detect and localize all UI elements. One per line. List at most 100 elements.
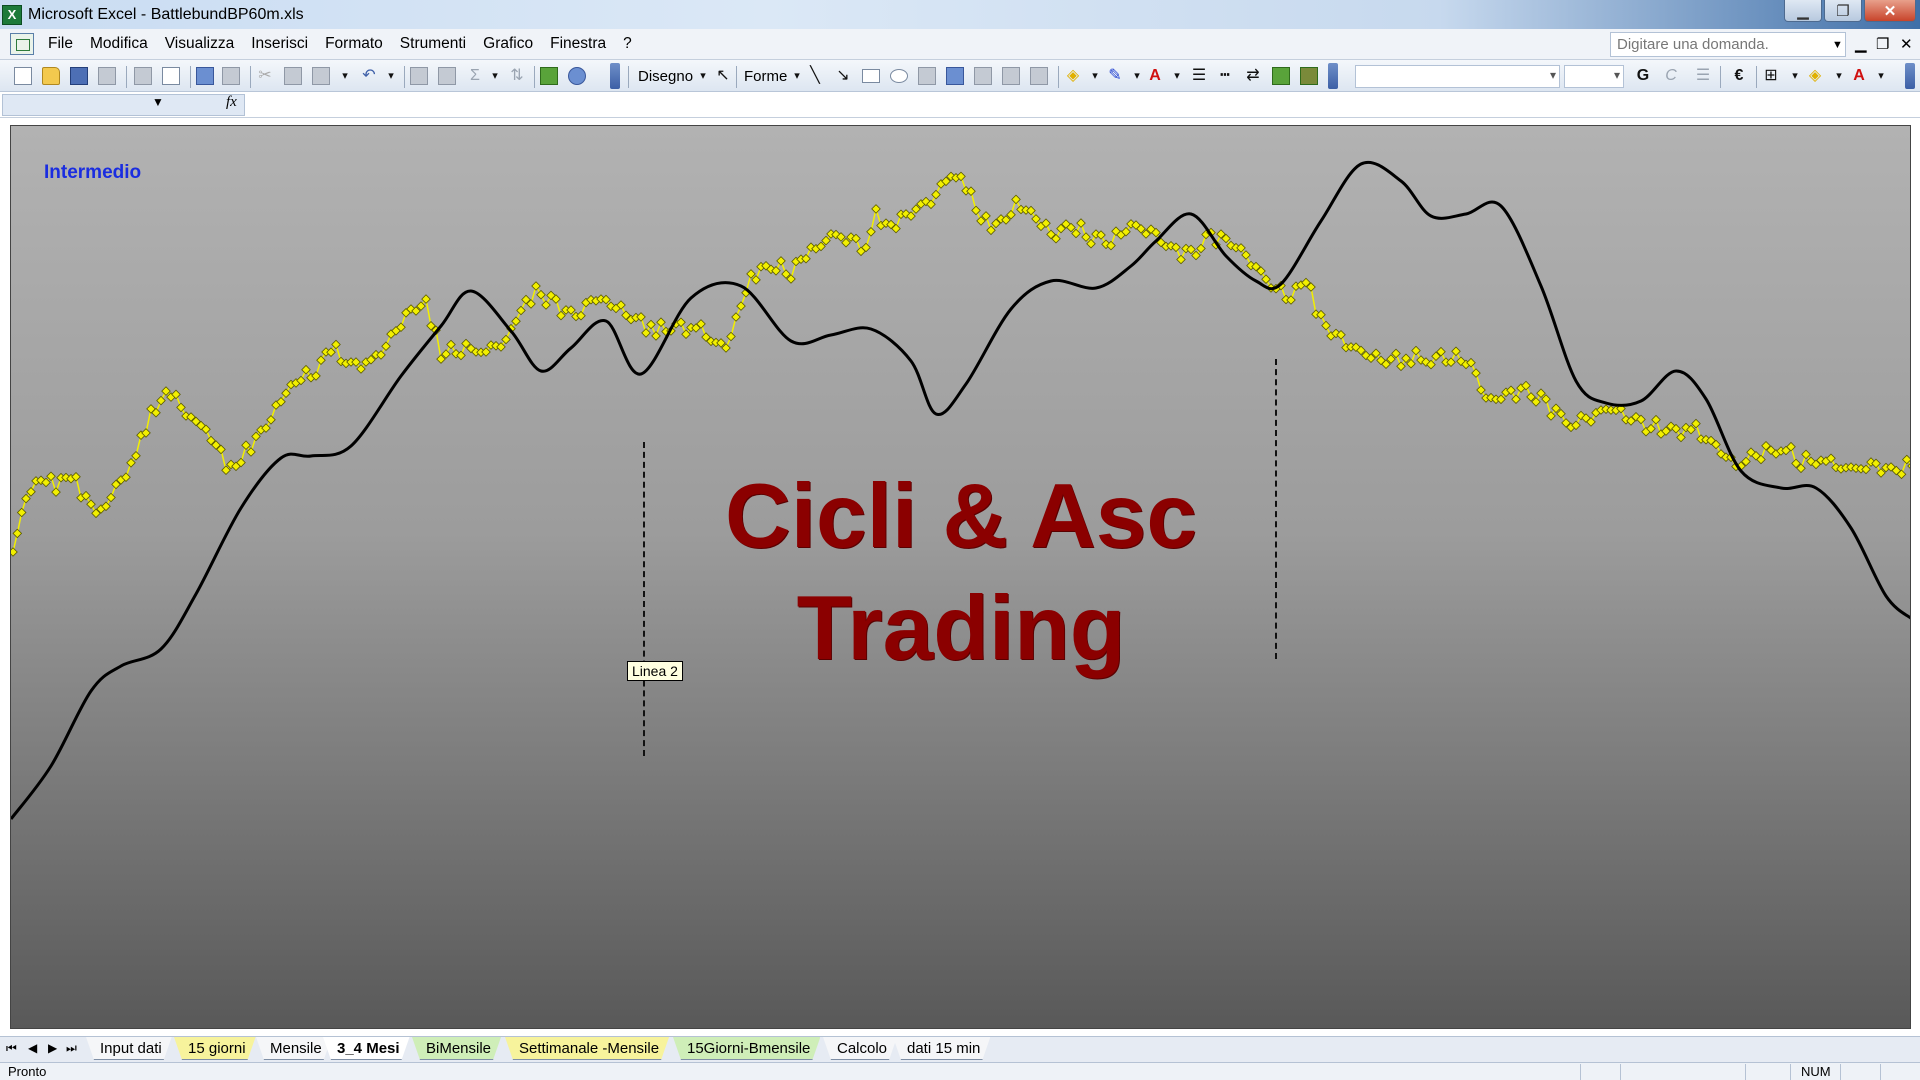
arrow-icon[interactable]: ↘	[834, 67, 852, 85]
price-marker[interactable]	[381, 341, 391, 352]
price-marker[interactable]	[646, 319, 656, 330]
insert-function-icon[interactable]: fx	[226, 94, 237, 111]
toolbar-options-icon[interactable]	[1328, 63, 1338, 89]
price-marker[interactable]	[726, 331, 736, 342]
restore-button[interactable]: ❐	[1824, 0, 1862, 22]
textbox-icon[interactable]	[918, 67, 936, 85]
chart-format-icon[interactable]	[438, 67, 456, 85]
font-size-combo[interactable]	[1564, 65, 1624, 88]
hyperlink-icon[interactable]	[410, 67, 428, 85]
price-marker[interactable]	[1076, 218, 1086, 228]
wordart-icon[interactable]	[946, 67, 964, 85]
price-marker[interactable]	[531, 281, 541, 291]
price-marker[interactable]	[1031, 214, 1041, 224]
price-marker[interactable]	[736, 301, 746, 311]
font-color-dropdown-icon[interactable]: ▾	[1168, 67, 1186, 85]
menu-finestra[interactable]: Finestra	[550, 35, 606, 53]
price-marker[interactable]	[106, 492, 116, 503]
price-marker[interactable]	[866, 226, 876, 237]
sheet-tab-input-dati[interactable]: Input dati	[86, 1037, 172, 1060]
price-marker[interactable]	[1446, 357, 1456, 368]
title-bar[interactable]: X Microsoft Excel - BattlebundBP60m.xls …	[0, 0, 1920, 29]
price-marker[interactable]	[536, 289, 546, 300]
italic-icon[interactable]: C	[1662, 67, 1680, 85]
bold-icon[interactable]: G	[1634, 67, 1652, 85]
vertical-dashed-line-1[interactable]	[643, 442, 645, 756]
sheet-tab-calcolo[interactable]: Calcolo	[823, 1037, 897, 1060]
diagram-icon[interactable]	[974, 67, 992, 85]
draw-menu[interactable]: Disegno	[638, 68, 693, 85]
print-preview-icon[interactable]	[162, 67, 180, 85]
sheet-tab-dati-15-min[interactable]: dati 15 min	[893, 1037, 990, 1060]
dash-style-icon[interactable]: ┅	[1216, 67, 1234, 85]
undo-icon[interactable]: ↶	[360, 67, 378, 85]
fill-color-icon[interactable]: ◈	[1064, 67, 1082, 85]
save-icon[interactable]	[70, 67, 88, 85]
line-color-icon[interactable]: ✎	[1106, 67, 1124, 85]
price-marker[interactable]	[281, 388, 291, 399]
menu-visualizza[interactable]: Visualizza	[165, 35, 235, 53]
menu-strumenti[interactable]: Strumenti	[400, 35, 466, 53]
line-color-dropdown-icon[interactable]: ▾	[1128, 67, 1146, 85]
menu-file[interactable]: File	[48, 35, 73, 53]
line-style-icon[interactable]: ☰	[1190, 67, 1208, 85]
price-marker[interactable]	[871, 204, 881, 214]
cut-icon[interactable]: ✂	[256, 67, 274, 85]
price-marker[interactable]	[641, 328, 651, 338]
clipart-icon[interactable]	[1002, 67, 1020, 85]
name-box-dropdown-icon[interactable]: ▼	[152, 95, 164, 109]
price-marker[interactable]	[511, 316, 521, 327]
price-marker[interactable]	[11, 547, 18, 557]
prev-sheet-icon[interactable]: ◀	[28, 1041, 37, 1055]
autosum-icon[interactable]: Σ	[466, 67, 484, 85]
sheet-tab-3-4-mesi[interactable]: 3_4 Mesi	[323, 1037, 410, 1060]
last-sheet-icon[interactable]: ⏭	[66, 1041, 77, 1056]
paste-icon[interactable]	[312, 67, 330, 85]
font-color-icon[interactable]: A	[1146, 67, 1164, 85]
vertical-dashed-line-2[interactable]	[1275, 359, 1277, 659]
price-marker[interactable]	[656, 317, 666, 328]
price-marker[interactable]	[266, 414, 276, 425]
price-marker[interactable]	[1011, 194, 1021, 205]
menu-help[interactable]: ?	[623, 35, 632, 53]
borders-icon[interactable]: ⊞	[1762, 67, 1780, 85]
toolbar-options-icon[interactable]	[1905, 63, 1915, 89]
price-marker[interactable]	[331, 339, 341, 350]
toolbar-options-icon[interactable]	[610, 63, 620, 89]
shadow-icon[interactable]	[1272, 67, 1290, 85]
price-marker[interactable]	[176, 402, 186, 413]
paste-dropdown-icon[interactable]: ▾	[336, 67, 354, 85]
price-marker[interactable]	[1321, 320, 1331, 331]
price-marker[interactable]	[1546, 411, 1556, 421]
price-marker[interactable]	[1511, 394, 1521, 405]
doc-minimize-icon[interactable]: ▁	[1855, 35, 1867, 53]
name-box[interactable]	[2, 94, 245, 116]
new-document-icon[interactable]	[14, 67, 32, 85]
price-marker[interactable]	[1476, 385, 1486, 395]
price-marker[interactable]	[516, 305, 526, 316]
price-marker[interactable]	[776, 256, 786, 266]
autosum-dropdown-icon[interactable]: ▾	[486, 67, 504, 85]
price-marker[interactable]	[86, 499, 96, 510]
open-folder-icon[interactable]	[42, 67, 60, 85]
sheet-tab-bimensile[interactable]: BiMensile	[412, 1037, 501, 1060]
price-marker[interactable]	[1411, 345, 1421, 356]
picture-icon[interactable]	[1030, 67, 1048, 85]
price-marker[interactable]	[731, 312, 741, 322]
oval-icon[interactable]	[890, 69, 908, 83]
arrow-style-icon[interactable]: ⇄	[1244, 67, 1262, 85]
borders-dropdown-icon[interactable]: ▾	[1786, 67, 1804, 85]
price-marker[interactable]	[1451, 346, 1461, 357]
currency-icon[interactable]: €	[1730, 67, 1748, 85]
price-marker[interactable]	[541, 300, 551, 310]
menu-formato[interactable]: Formato	[325, 35, 383, 53]
print-icon[interactable]	[134, 67, 152, 85]
cell-fill-dropdown-icon[interactable]: ▾	[1830, 67, 1848, 85]
price-marker[interactable]	[51, 487, 61, 497]
line-icon[interactable]: ╲	[806, 67, 824, 85]
spelling-icon[interactable]	[196, 67, 214, 85]
text-color-icon[interactable]: A	[1850, 67, 1868, 85]
next-sheet-icon[interactable]: ▶	[48, 1041, 57, 1055]
center-align-icon[interactable]: ☰	[1694, 67, 1712, 85]
doc-restore-icon[interactable]: ❐	[1876, 35, 1889, 53]
